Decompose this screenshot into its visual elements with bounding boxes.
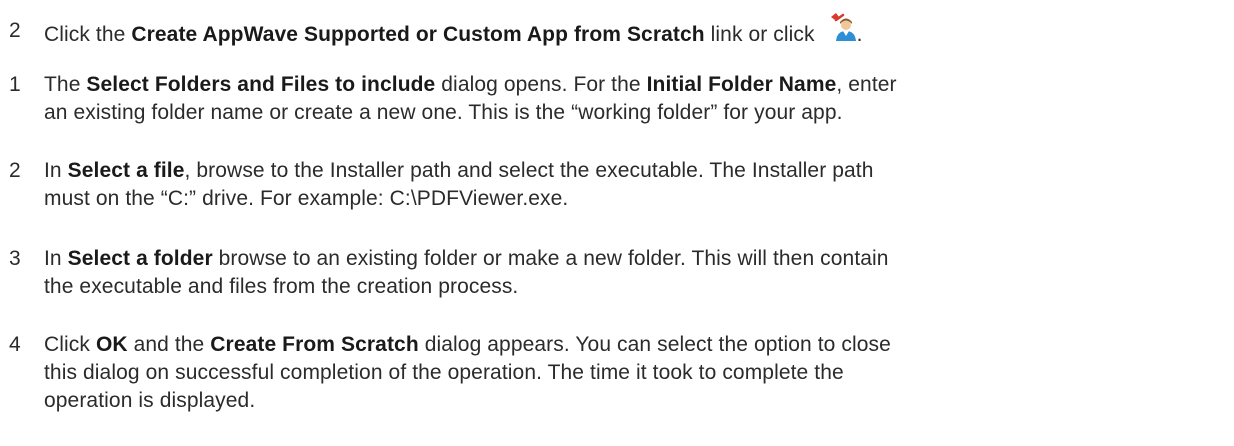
step-text-line: In Select a file, browse to the Installe… bbox=[44, 157, 874, 185]
step-text-line: must on the “C:” drive. For example: C:\… bbox=[44, 185, 874, 213]
step-text: and the bbox=[127, 333, 211, 356]
step-text: Click the bbox=[44, 23, 132, 46]
bold-ui-term: Select a file bbox=[67, 159, 185, 182]
step-item: 2 In Select a file, browse to the Instal… bbox=[0, 157, 874, 213]
step-text: dialog opens. For the bbox=[435, 73, 647, 96]
step-number: 4 bbox=[9, 333, 21, 356]
step-text: link or click bbox=[704, 23, 821, 46]
step-text-line: Click OK and the Create From Scratch dia… bbox=[44, 331, 891, 359]
step-text-line: this dialog on successful completion of … bbox=[44, 359, 891, 387]
step-text: In bbox=[44, 159, 68, 182]
step-text-line: an existing folder name or create a new … bbox=[44, 99, 897, 127]
step-text: , browse to the Installer path and selec… bbox=[184, 159, 874, 182]
bold-ui-term: OK bbox=[95, 333, 128, 356]
step-text: operation is displayed. bbox=[44, 389, 256, 412]
step-number: 1 bbox=[9, 73, 21, 96]
step-number: 3 bbox=[9, 247, 21, 270]
step-text: dialog appears. You can select the optio… bbox=[418, 333, 891, 356]
bold-ui-term: Create From Scratch bbox=[210, 333, 419, 356]
bold-ui-term: Initial Folder Name bbox=[646, 73, 837, 96]
step-text-line: the executable and files from the creati… bbox=[44, 273, 889, 301]
step-item: 2 Click the Create AppWave Supported or … bbox=[0, 13, 863, 49]
step-text: the executable and files from the creati… bbox=[44, 275, 519, 298]
step-text: must on the “C:” drive. For example: C:\… bbox=[44, 187, 569, 210]
bold-ui-term: Select a folder bbox=[67, 247, 213, 270]
step-text: an existing folder name or create a new … bbox=[44, 101, 843, 124]
step-item: 3 In Select a folder browse to an existi… bbox=[0, 245, 889, 301]
step-item: 1 The Select Folders and Files to includ… bbox=[0, 71, 897, 127]
create-app-icon[interactable] bbox=[827, 13, 857, 43]
step-text-line: In Select a folder browse to an existing… bbox=[44, 245, 889, 273]
step-number: 2 bbox=[9, 19, 21, 42]
step-text: , enter bbox=[836, 73, 897, 96]
bold-ui-term: Select Folders and Files to include bbox=[86, 73, 436, 96]
step-text: Click bbox=[44, 333, 96, 356]
step-text-line: The Select Folders and Files to include … bbox=[44, 71, 897, 99]
step-text: browse to an existing folder or make a n… bbox=[212, 247, 889, 270]
step-item: 4 Click OK and the Create From Scratch d… bbox=[0, 331, 891, 415]
step-text-line: operation is displayed. bbox=[44, 387, 891, 415]
step-text: The bbox=[44, 73, 87, 96]
step-number: 2 bbox=[9, 159, 21, 182]
step-text-line: Click the Create AppWave Supported or Cu… bbox=[44, 13, 863, 49]
bold-ui-term: Create AppWave Supported or Custom App f… bbox=[131, 23, 705, 46]
step-text: this dialog on successful completion of … bbox=[44, 361, 844, 384]
step-text: In bbox=[44, 247, 68, 270]
